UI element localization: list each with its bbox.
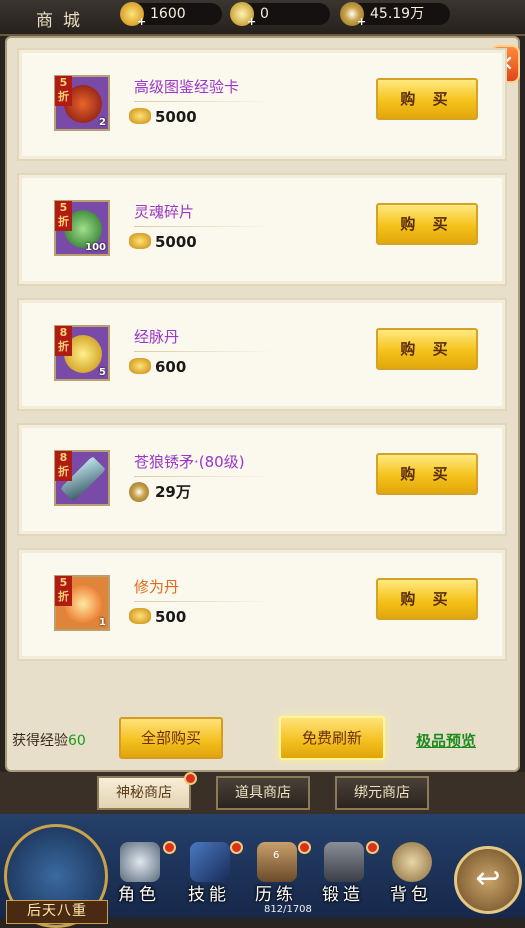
locked-ingot-value: 0 — [260, 6, 269, 22]
nav-trials-button[interactable]: 历练 6 — [245, 842, 307, 905]
realm-name: 后天八重 — [6, 900, 108, 924]
exp-label: 获得经验 — [12, 733, 68, 749]
item-price: 29万 — [129, 481, 191, 503]
item-name: 经脉丹 — [134, 328, 180, 346]
bag-icon — [392, 842, 432, 882]
gold-ingot-icon — [129, 608, 151, 624]
nav-backpack-button[interactable]: 背包 — [380, 842, 442, 905]
notification-dot — [184, 772, 197, 785]
copper-coin-icon — [129, 482, 149, 502]
pagoda-icon — [257, 842, 297, 882]
premium-preview-link[interactable]: 极品预览 — [416, 730, 476, 751]
top-bar: 商城 + 1600 + 0 + 45.19万 — [0, 0, 525, 36]
item-price: 500 — [129, 606, 186, 628]
item-quantity: 2 — [99, 117, 106, 128]
item-name: 修为丹 — [134, 578, 180, 596]
shop-item: 5折 2 高级图鉴经验卡 5000 购 买 — [17, 48, 507, 161]
add-icon[interactable]: + — [247, 16, 256, 27]
copper-coin-balance[interactable]: + 45.19万 — [340, 2, 450, 27]
divider — [134, 476, 274, 477]
buy-all-button[interactable]: 全部购买 — [119, 717, 223, 759]
exp-progress: 812/1708 — [264, 904, 312, 915]
notification-dot — [366, 841, 379, 854]
item-icon[interactable]: 8折 — [54, 450, 110, 506]
gold-ingot-icon — [129, 108, 151, 124]
gold-ingot-icon — [129, 358, 151, 374]
price-value: 5000 — [155, 233, 197, 251]
locked-ingot-balance[interactable]: + 0 — [230, 2, 330, 27]
discount-badge: 8折 — [55, 451, 72, 481]
item-price: 600 — [129, 356, 186, 378]
item-icon[interactable]: 5折 2 — [54, 75, 110, 131]
item-price: 5000 — [129, 231, 197, 253]
item-icon[interactable]: 8折 5 — [54, 325, 110, 381]
price-value: 29万 — [155, 483, 191, 501]
item-quantity: 100 — [85, 242, 106, 253]
item-name: 灵魂碎片 — [134, 203, 195, 221]
anvil-icon — [324, 842, 364, 882]
buy-button[interactable]: 购 买 — [376, 453, 478, 495]
divider — [134, 601, 274, 602]
shop-item: 5折 1 修为丹 500 购 买 — [17, 548, 507, 661]
item-price: 5000 — [129, 106, 197, 128]
buy-button[interactable]: 购 买 — [376, 328, 478, 370]
price-value: 5000 — [155, 108, 197, 126]
discount-badge: 8折 — [55, 326, 72, 356]
divider — [134, 226, 274, 227]
copper-coin-value: 45.19万 — [370, 6, 425, 22]
price-value: 600 — [155, 358, 187, 376]
discount-badge: 5折 — [55, 576, 72, 606]
helmet-icon — [120, 842, 160, 882]
bottom-nav: 后天八重 角色 技能 历练 6 锻造 背包 812/1708 ↩ — [0, 814, 525, 928]
gold-ingot-balance[interactable]: + 1600 — [120, 2, 222, 27]
notification-dot — [230, 841, 243, 854]
buy-button[interactable]: 购 买 — [376, 203, 478, 245]
item-icon[interactable]: 5折 100 — [54, 200, 110, 256]
buy-button[interactable]: 购 买 — [376, 78, 478, 120]
shop-item: 5折 100 灵魂碎片 5000 购 买 — [17, 173, 507, 286]
scroll-icon — [190, 842, 230, 882]
skill-badge: 6 — [273, 850, 280, 861]
nav-label: 技能 — [188, 885, 230, 905]
tab-bound-ingot-shop[interactable]: 绑元商店 — [335, 776, 429, 810]
notification-dot — [163, 841, 176, 854]
gold-ingot-value: 1600 — [150, 6, 186, 22]
notification-dot — [298, 841, 311, 854]
item-icon[interactable]: 5折 1 — [54, 575, 110, 631]
shop-item: 8折 苍狼锈矛·(80级) 29万 购 买 — [17, 423, 507, 536]
buy-button[interactable]: 购 买 — [376, 578, 478, 620]
free-refresh-button[interactable]: 免费刷新 — [279, 716, 385, 760]
nav-forge-button[interactable]: 锻造 — [312, 842, 374, 905]
item-quantity: 1 — [99, 617, 106, 628]
exp-value: 60 — [68, 733, 86, 749]
back-button[interactable]: ↩ — [454, 846, 522, 914]
tab-item-shop[interactable]: 道具商店 — [216, 776, 310, 810]
shop-item: 8折 5 经脉丹 600 购 买 — [17, 298, 507, 411]
nav-label: 角色 — [118, 885, 160, 905]
add-icon[interactable]: + — [137, 16, 146, 27]
tab-mystery-shop[interactable]: 神秘商店 — [97, 776, 191, 810]
divider — [134, 101, 274, 102]
nav-character-button[interactable]: 角色 — [108, 842, 170, 905]
nav-label: 背包 — [390, 885, 432, 905]
page-title: 商城 — [36, 11, 90, 31]
nav-label: 历练 — [255, 885, 297, 905]
discount-badge: 5折 — [55, 201, 72, 231]
action-row: 获得经验60 全部购买 免费刷新 极品预览 — [0, 712, 525, 772]
price-value: 500 — [155, 608, 187, 626]
nav-label: 锻造 — [322, 885, 364, 905]
discount-badge: 5折 — [55, 76, 72, 106]
gold-ingot-icon — [129, 233, 151, 249]
return-arrow-icon: ↩ — [475, 861, 501, 896]
item-quantity: 5 — [99, 367, 106, 378]
divider — [134, 351, 274, 352]
add-icon[interactable]: + — [357, 16, 366, 27]
item-name: 苍狼锈矛·(80级) — [134, 453, 245, 471]
exp-reward: 获得经验60 — [12, 730, 86, 750]
shop-tabs: 神秘商店 道具商店 绑元商店 — [0, 772, 525, 814]
item-name: 高级图鉴经验卡 — [134, 78, 240, 96]
